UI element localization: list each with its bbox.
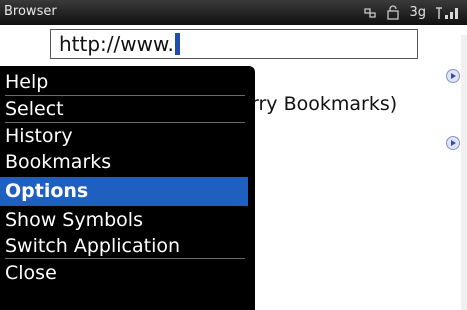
menu-separator [5,122,245,123]
context-menu: Help Select History Bookmarks Options Sh… [0,66,255,310]
bookmark-list-item[interactable]: rry Bookmarks) [251,93,397,115]
expand-icon[interactable] [446,136,460,150]
connection-icon [363,6,377,20]
menu-item-options[interactable]: Options [0,177,248,206]
status-icons: 3g [363,2,461,23]
menu-item-select[interactable]: Select [0,97,248,121]
text-cursor [174,33,180,55]
menu-separator [5,95,245,96]
menu-separator [5,258,245,259]
menu-item-close[interactable]: Close [0,261,248,285]
network-type-label: 3g [409,5,426,20]
scroll-track[interactable] [461,35,467,310]
menu-item-history[interactable]: History [0,124,248,148]
signal-icon [435,6,461,20]
menu-item-switch-application[interactable]: Switch Application [0,234,248,258]
app-title: Browser [4,4,57,19]
menu-item-help[interactable]: Help [0,70,248,94]
url-input[interactable]: http://www. [50,29,418,59]
expand-icon[interactable] [446,69,460,83]
lock-icon [386,5,400,20]
status-bar: Browser 3g [0,0,467,25]
menu-item-show-symbols[interactable]: Show Symbols [0,208,248,232]
menu-item-bookmarks[interactable]: Bookmarks [0,150,248,174]
url-value: http://www. [59,32,174,56]
